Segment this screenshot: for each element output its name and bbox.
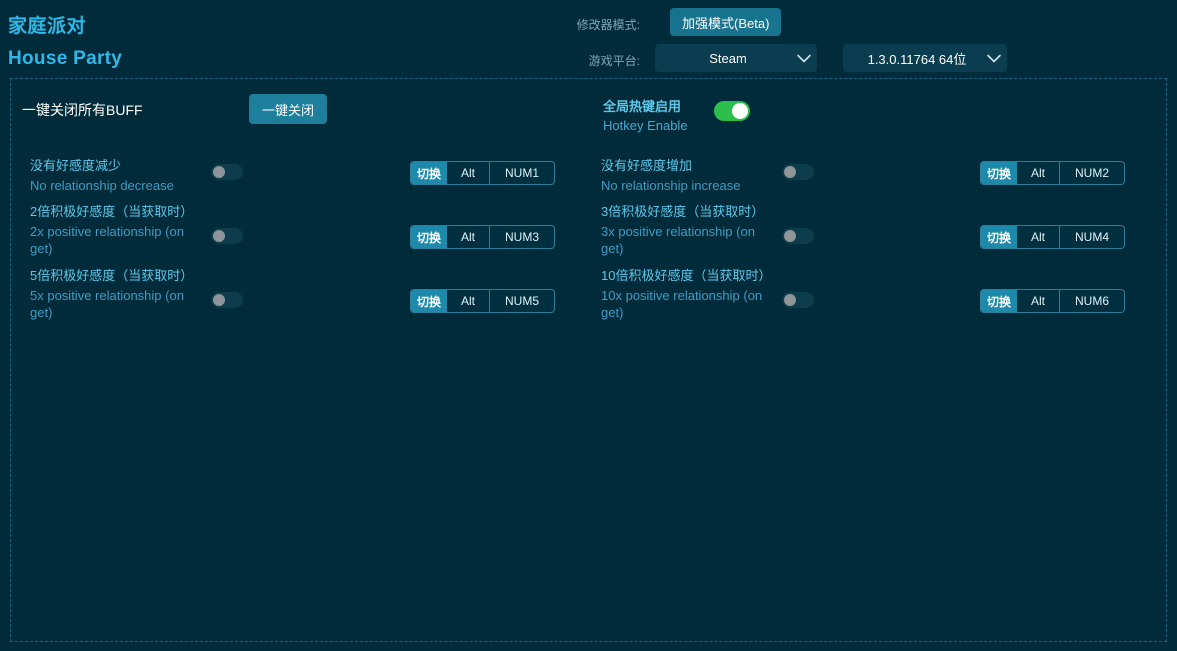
hotkey-action: 切换 bbox=[981, 226, 1017, 248]
hotkey-key: NUM3 bbox=[490, 226, 554, 248]
toggle-knob bbox=[784, 294, 796, 306]
cheat-toggle-2[interactable] bbox=[211, 292, 243, 308]
hotkey-enable-label-chinese: 全局热键启用 bbox=[603, 96, 688, 115]
cheat-label-1: 2倍积极好感度（当获取时） 2x positive relationship (… bbox=[30, 200, 205, 257]
cheat-label-chinese: 3倍积极好感度（当获取时） bbox=[601, 200, 776, 223]
cheat-hotkey-4[interactable]: 切换 Alt NUM4 bbox=[980, 225, 1125, 249]
hotkey-enable-block: 全局热键启用 Hotkey Enable bbox=[603, 96, 688, 133]
cheat-label-0: 没有好感度减少 No relationship decrease bbox=[30, 154, 205, 194]
toggle-knob bbox=[784, 166, 796, 178]
cheat-label-3: 没有好感度增加 No relationship increase bbox=[601, 154, 776, 194]
cheat-hotkey-0[interactable]: 切换 Alt NUM1 bbox=[410, 161, 555, 185]
cheat-label-english: 3x positive relationship (on get) bbox=[601, 223, 776, 257]
platform-dropdown[interactable]: Steam bbox=[655, 44, 817, 72]
toggle-knob bbox=[213, 294, 225, 306]
hotkey-enable-label-english: Hotkey Enable bbox=[603, 118, 688, 133]
cheat-label-chinese: 没有好感度增加 bbox=[601, 154, 776, 177]
game-title-chinese: 家庭派对 bbox=[8, 11, 86, 38]
cheat-label-chinese: 2倍积极好感度（当获取时） bbox=[30, 200, 205, 223]
hotkey-modifier: Alt bbox=[1017, 226, 1060, 248]
hotkey-modifier: Alt bbox=[447, 290, 490, 312]
toggle-knob bbox=[213, 230, 225, 242]
trainer-mode-label: 修改器模式: bbox=[540, 16, 640, 33]
hotkey-key: NUM5 bbox=[490, 290, 554, 312]
header: 家庭派对 House Party 修改器模式: 加强模式(Beta) 游戏平台:… bbox=[0, 0, 1177, 78]
hotkey-key: NUM1 bbox=[490, 162, 554, 184]
cheat-toggle-4[interactable] bbox=[782, 228, 814, 244]
game-title-english: House Party bbox=[8, 48, 122, 70]
cheat-hotkey-5[interactable]: 切换 Alt NUM6 bbox=[980, 289, 1125, 313]
hotkey-key: NUM2 bbox=[1060, 162, 1124, 184]
chevron-down-icon bbox=[981, 54, 1007, 63]
cheat-toggle-5[interactable] bbox=[782, 292, 814, 308]
chevron-down-icon bbox=[791, 54, 817, 63]
cheat-toggle-0[interactable] bbox=[211, 164, 243, 180]
hotkey-modifier: Alt bbox=[1017, 162, 1060, 184]
platform-dropdown-value: Steam bbox=[655, 51, 791, 66]
toggle-knob bbox=[732, 103, 748, 119]
cheat-label-4: 3倍积极好感度（当获取时） 3x positive relationship (… bbox=[601, 200, 776, 257]
hotkey-action: 切换 bbox=[981, 290, 1017, 312]
cheat-label-english: No relationship decrease bbox=[30, 177, 205, 194]
cheat-toggle-3[interactable] bbox=[782, 164, 814, 180]
toggle-knob bbox=[213, 166, 225, 178]
hotkey-action: 切换 bbox=[411, 290, 447, 312]
hotkey-enable-toggle[interactable] bbox=[714, 101, 750, 121]
cheat-label-english: 2x positive relationship (on get) bbox=[30, 223, 205, 257]
hotkey-action: 切换 bbox=[411, 226, 447, 248]
hotkey-modifier: Alt bbox=[447, 226, 490, 248]
cheat-toggle-1[interactable] bbox=[211, 228, 243, 244]
game-platform-label: 游戏平台: bbox=[540, 52, 640, 69]
cheat-label-chinese: 10倍积极好感度（当获取时） bbox=[601, 264, 776, 287]
cheat-label-2: 5倍积极好感度（当获取时） 5x positive relationship (… bbox=[30, 264, 205, 321]
cheat-label-english: No relationship increase bbox=[601, 177, 776, 194]
close-all-buffs-label: 一键关闭所有BUFF bbox=[22, 100, 143, 120]
cheat-label-english: 5x positive relationship (on get) bbox=[30, 287, 205, 321]
version-dropdown[interactable]: 1.3.0.11764 64位 bbox=[843, 44, 1007, 72]
toggle-knob bbox=[784, 230, 796, 242]
cheat-label-chinese: 5倍积极好感度（当获取时） bbox=[30, 264, 205, 287]
cheat-label-chinese: 没有好感度减少 bbox=[30, 154, 205, 177]
cheat-hotkey-1[interactable]: 切换 Alt NUM3 bbox=[410, 225, 555, 249]
cheat-hotkey-2[interactable]: 切换 Alt NUM5 bbox=[410, 289, 555, 313]
hotkey-key: NUM4 bbox=[1060, 226, 1124, 248]
hotkey-action: 切换 bbox=[411, 162, 447, 184]
hotkey-modifier: Alt bbox=[1017, 290, 1060, 312]
hotkey-modifier: Alt bbox=[447, 162, 490, 184]
cheat-label-5: 10倍积极好感度（当获取时） 10x positive relationship… bbox=[601, 264, 776, 321]
hotkey-key: NUM6 bbox=[1060, 290, 1124, 312]
cheat-hotkey-3[interactable]: 切换 Alt NUM2 bbox=[980, 161, 1125, 185]
cheat-label-english: 10x positive relationship (on get) bbox=[601, 287, 776, 321]
version-dropdown-value: 1.3.0.11764 64位 bbox=[843, 49, 981, 68]
hotkey-action: 切换 bbox=[981, 162, 1017, 184]
trainer-mode-button[interactable]: 加强模式(Beta) bbox=[670, 8, 781, 36]
close-all-button[interactable]: 一键关闭 bbox=[249, 94, 327, 124]
